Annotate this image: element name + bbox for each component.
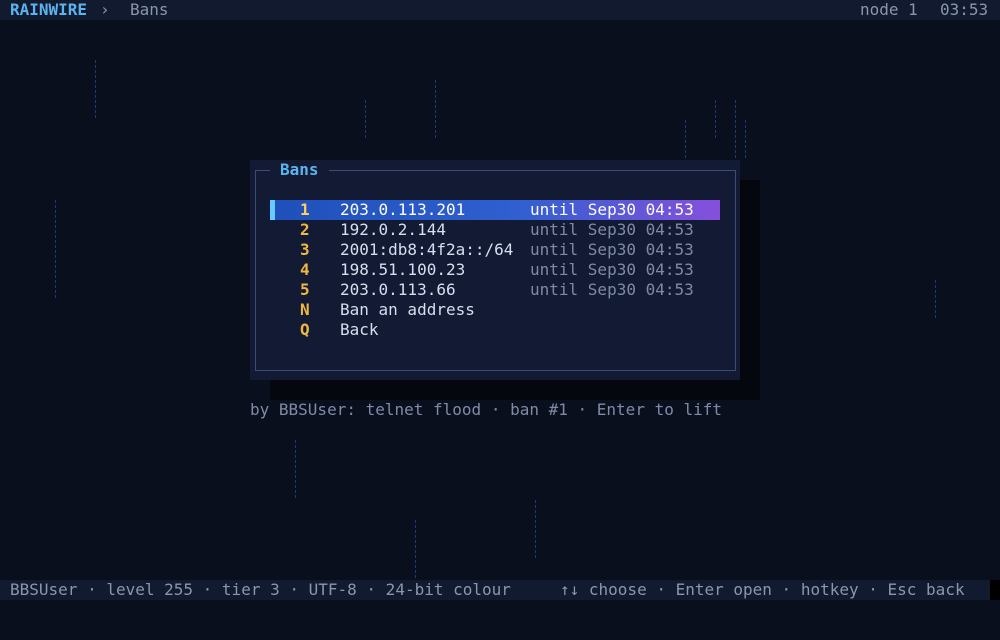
app-brand: RAINWIRE <box>10 0 88 19</box>
hotkey: 2 <box>300 220 310 239</box>
ban-address: 203.0.113.66 <box>340 280 456 299</box>
ban-address: 198.51.100.23 <box>340 260 466 279</box>
ban-row-3[interactable]: 3 2001:db8:4f2a::/64 until Sep30 04:53 <box>270 240 720 260</box>
key-help: ↑↓ choose · Enter open · hotkey · Esc ba… <box>560 580 965 599</box>
action-label: Back <box>340 320 379 339</box>
rain-streak <box>535 500 537 558</box>
hotkey: N <box>300 300 310 319</box>
rain-streak <box>295 440 297 498</box>
ban-expiry: until Sep30 04:53 <box>530 260 694 279</box>
status-bar: BBSUser · level 255 · tier 3 · UTF-8 · 2… <box>0 580 990 600</box>
ban-expiry: until Sep30 04:53 <box>530 220 694 239</box>
action-label: Ban an address <box>340 300 475 319</box>
selection-hint: by BBSUser: telnet flood · ban #1 · Ente… <box>250 400 723 419</box>
ban-row-2[interactable]: 2 192.0.2.144 until Sep30 04:53 <box>270 220 720 240</box>
session-info: BBSUser · level 255 · tier 3 · UTF-8 · 2… <box>10 580 511 599</box>
rain-streak <box>745 120 747 158</box>
ban-address: 2001:db8:4f2a::/64 <box>340 240 514 259</box>
top-bar: RAINWIRE › Bans node 1 03:53 <box>0 0 1000 20</box>
ban-expiry: until Sep30 04:53 <box>530 280 694 299</box>
hotkey: Q <box>300 320 310 339</box>
ban-row-4[interactable]: 4 198.51.100.23 until Sep30 04:53 <box>270 260 720 280</box>
hotkey: 1 <box>300 200 310 219</box>
back-action[interactable]: Q Back <box>270 320 720 340</box>
hotkey: 4 <box>300 260 310 279</box>
ban-address: 203.0.113.201 <box>340 200 466 219</box>
dialog-title: Bans <box>270 160 329 180</box>
rain-streak <box>55 200 57 298</box>
terminal-cursor <box>990 580 1000 600</box>
breadcrumb-separator-icon: › <box>100 0 110 19</box>
rain-streak <box>435 80 437 138</box>
hotkey: 5 <box>300 280 310 299</box>
ban-row-1[interactable]: 1 203.0.113.201 until Sep30 04:53 <box>270 200 720 220</box>
rain-streak <box>715 100 717 138</box>
rain-streak <box>95 60 97 118</box>
hotkey: 3 <box>300 240 310 259</box>
breadcrumb-current: Bans <box>130 0 169 19</box>
rain-streak <box>735 100 737 158</box>
rain-streak <box>685 120 687 158</box>
ban-address-action[interactable]: N Ban an address <box>270 300 720 320</box>
ban-expiry: until Sep30 04:53 <box>530 200 694 219</box>
rain-streak <box>415 520 417 578</box>
ban-row-5[interactable]: 5 203.0.113.66 until Sep30 04:53 <box>270 280 720 300</box>
ban-expiry: until Sep30 04:53 <box>530 240 694 259</box>
selection-marker <box>270 200 275 220</box>
node-indicator: node 1 <box>860 0 918 19</box>
rain-streak <box>935 280 937 318</box>
clock: 03:53 <box>940 0 989 19</box>
ban-address: 192.0.2.144 <box>340 220 446 239</box>
rain-streak <box>365 100 367 138</box>
